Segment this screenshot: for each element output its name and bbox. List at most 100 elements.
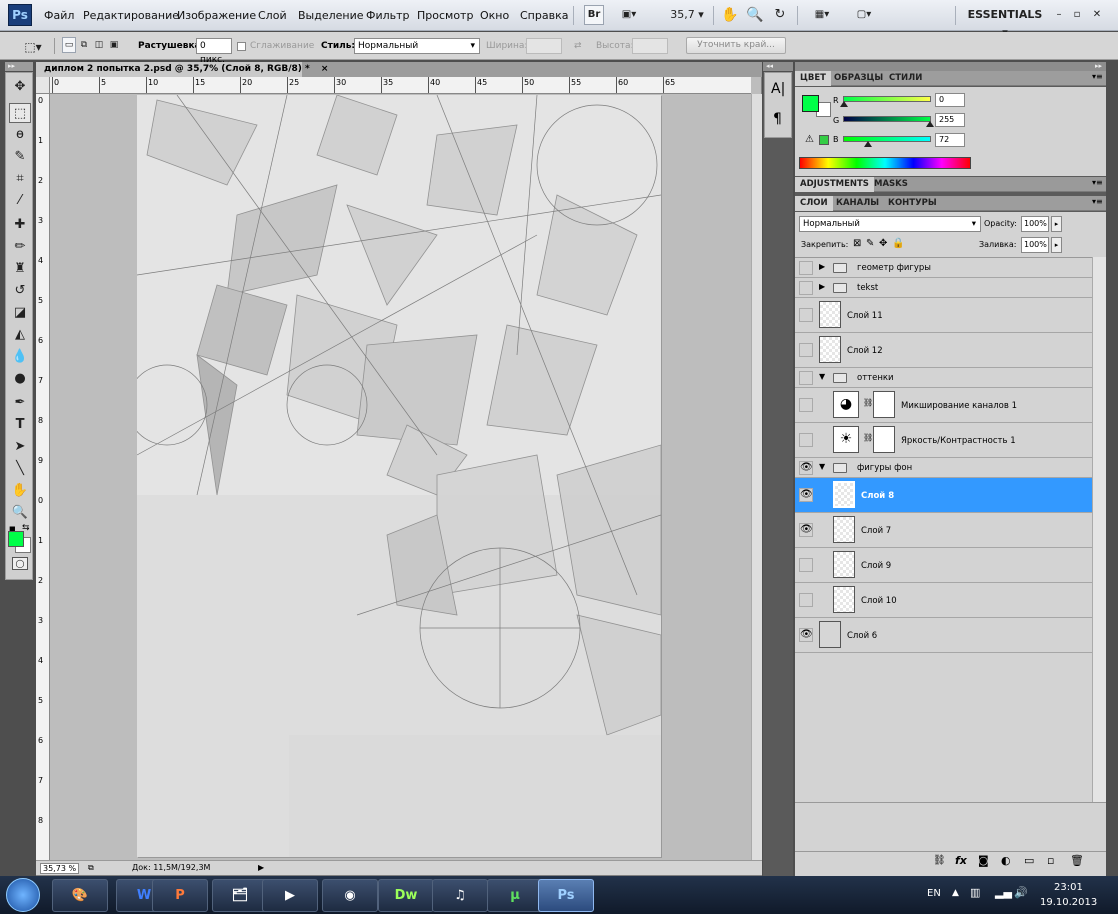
layer-item[interactable]: Слой 12 [795, 333, 1092, 368]
taskbar-paint-icon[interactable]: 🎨 [52, 879, 108, 912]
menu-help[interactable]: Справка [520, 9, 568, 22]
opacity-slider-arrow-icon[interactable]: ▸ [1051, 216, 1062, 232]
style-select[interactable]: Нормальный ▾ [354, 38, 480, 54]
lock-pixels-icon[interactable]: ✎ [866, 238, 874, 249]
crop-tool-icon[interactable]: ⌗ [9, 169, 31, 189]
eye-icon[interactable]: 👁 [799, 488, 813, 502]
menu-view[interactable]: Просмотр [417, 9, 473, 22]
dock-expand[interactable]: ▸▸ [795, 62, 1106, 71]
workspace-switcher[interactable]: ESSENTIALS ▾ [965, 5, 1045, 39]
adjustment-layer-item[interactable]: ◕ ⛓ Микширование каналов 1 [795, 388, 1092, 423]
adjustment-layer-item[interactable]: ☀ ⛓ Яркость/Контрастность 1 [795, 423, 1092, 458]
ruler-origin[interactable] [36, 77, 50, 94]
move-tool-icon[interactable]: ✥ [9, 77, 31, 97]
pen-tool-icon[interactable]: ✒ [9, 393, 31, 413]
tab-swatches[interactable]: ОБРАЗЦЫ [829, 71, 888, 86]
visibility-toggle[interactable] [799, 308, 813, 322]
fill-slider-arrow-icon[interactable]: ▸ [1051, 237, 1062, 253]
arrange-documents-icon[interactable]: ▦▾ [806, 5, 838, 25]
new-selection-icon[interactable]: ▭ [62, 37, 76, 53]
eraser-tool-icon[interactable]: ◪ [9, 303, 31, 323]
fg-color-swatch[interactable] [802, 95, 819, 112]
new-group-icon[interactable]: ▭ [1024, 854, 1034, 867]
visibility-toggle[interactable] [799, 371, 813, 385]
bridge-button[interactable]: Br [584, 5, 604, 25]
visibility-toggle[interactable] [799, 281, 813, 295]
lock-all-icon[interactable]: 🔒 [892, 238, 904, 249]
gamut-color-swatch[interactable] [819, 135, 829, 145]
paint-bucket-tool-icon[interactable]: ◭ [9, 325, 31, 345]
taskbar-explorer-icon[interactable]: 🗂 [212, 879, 268, 912]
horizontal-ruler[interactable]: 0 5 10 15 20 25 30 35 40 45 50 55 60 65 [36, 77, 751, 94]
layer-group-figury-fon[interactable]: 👁 ▼ фигуры фон [795, 458, 1092, 478]
volume-icon[interactable]: 🔊 [1014, 886, 1028, 899]
marquee-preset-icon[interactable]: ⬚▾ [18, 37, 48, 57]
layer-group-ottenki[interactable]: ▼ оттенки [795, 368, 1092, 388]
gamut-warning-icon[interactable]: ⚠ [805, 134, 814, 145]
vertical-scrollbar[interactable] [751, 94, 762, 860]
opacity-input[interactable]: 100% [1021, 216, 1049, 232]
visibility-toggle[interactable] [799, 261, 813, 275]
taskbar-media-icon[interactable]: ▶ [262, 879, 318, 912]
visibility-toggle[interactable] [799, 558, 813, 572]
slider-thumb[interactable] [864, 141, 873, 147]
tab-close-icon[interactable]: × [321, 64, 329, 74]
line-tool-icon[interactable]: ╲ [9, 459, 31, 479]
layer-group-geometr[interactable]: ▶ геометр фигуры [795, 258, 1092, 278]
taskbar-powerpoint-icon[interactable]: P [152, 879, 208, 912]
close-icon[interactable]: ✕ [1090, 5, 1104, 25]
clone-stamp-tool-icon[interactable]: ♜ [9, 259, 31, 279]
rect-marquee-tool-icon[interactable]: ⬚ [9, 103, 31, 123]
taskbar-itunes-icon[interactable]: ♫ [432, 879, 488, 912]
signal-icon[interactable]: ▂▄ [995, 886, 1012, 899]
screen-mode-icon[interactable]: ▣▾ [614, 5, 644, 25]
fill-input[interactable]: 100% [1021, 237, 1049, 253]
layer-group-tekst[interactable]: ▶ tekst [795, 278, 1092, 298]
zoom-level-dropdown[interactable]: 35,7 ▾ [662, 5, 712, 25]
screen-mode-dropdown-icon[interactable]: ▢▾ [848, 5, 880, 25]
channel-r-value[interactable]: 0 [935, 93, 965, 107]
language-indicator[interactable]: EN [927, 888, 941, 899]
path-selection-tool-icon[interactable]: ➤ [9, 437, 31, 457]
rotate-view-icon[interactable]: ↻ [770, 5, 790, 25]
tray-expand-icon[interactable]: ▲ [952, 888, 959, 898]
hand-tool-icon[interactable]: ✋ [9, 481, 31, 501]
antialias-checkbox[interactable] [237, 42, 246, 51]
eye-icon[interactable]: 👁 [799, 628, 813, 642]
layer-item[interactable]: 👁 Слой 6 [795, 618, 1092, 653]
eye-icon[interactable]: 👁 [799, 461, 813, 475]
tab-paths[interactable]: КОНТУРЫ [883, 196, 942, 211]
tab-layers[interactable]: СЛОИ [795, 196, 833, 211]
menu-layer[interactable]: Слой [258, 9, 287, 22]
visibility-toggle[interactable] [799, 398, 813, 412]
tab-channels[interactable]: КАНАЛЫ [831, 196, 884, 211]
eye-icon[interactable]: 👁 [799, 523, 813, 537]
zoom-tool-icon[interactable]: 🔍 [9, 503, 31, 523]
paragraph-panel-icon[interactable]: ¶ [773, 111, 782, 127]
link-icon[interactable]: ⛓ [863, 398, 873, 407]
minimize-icon[interactable]: – [1052, 5, 1066, 25]
lock-position-icon[interactable]: ✥ [879, 238, 887, 249]
panel-menu-icon[interactable]: ▾≡ [1092, 197, 1103, 206]
layers-scrollbar[interactable] [1092, 257, 1106, 802]
collapse-arrow-icon[interactable]: ▼ [819, 462, 825, 471]
visibility-toggle[interactable] [799, 593, 813, 607]
visibility-toggle[interactable] [799, 343, 813, 357]
quick-mask-icon[interactable]: ◯ [12, 557, 28, 570]
width-input[interactable] [526, 38, 562, 54]
history-brush-tool-icon[interactable]: ↺ [9, 281, 31, 301]
lasso-tool-icon[interactable]: ɵ [9, 125, 31, 145]
layer-item[interactable]: Слой 9 [795, 548, 1092, 583]
slider-thumb[interactable] [840, 101, 848, 107]
quick-select-tool-icon[interactable]: ✎ [9, 147, 31, 167]
panel-menu-icon[interactable]: ▾≡ [1092, 178, 1103, 187]
tab-styles[interactable]: СТИЛИ [884, 71, 927, 86]
character-panel-icon[interactable]: A| [771, 81, 785, 97]
panel-menu-icon[interactable]: ▾≡ [1092, 72, 1103, 81]
type-tool-icon[interactable]: T [9, 415, 31, 435]
taskbar-chrome-icon[interactable]: ◉ [322, 879, 378, 912]
dock-collapse[interactable]: ◂◂ [763, 62, 793, 71]
swap-icon[interactable]: ⇄ [574, 41, 582, 51]
link-icon[interactable]: ⛓ [863, 433, 873, 442]
zoom-percent-field[interactable]: 35,73 % [40, 863, 80, 874]
